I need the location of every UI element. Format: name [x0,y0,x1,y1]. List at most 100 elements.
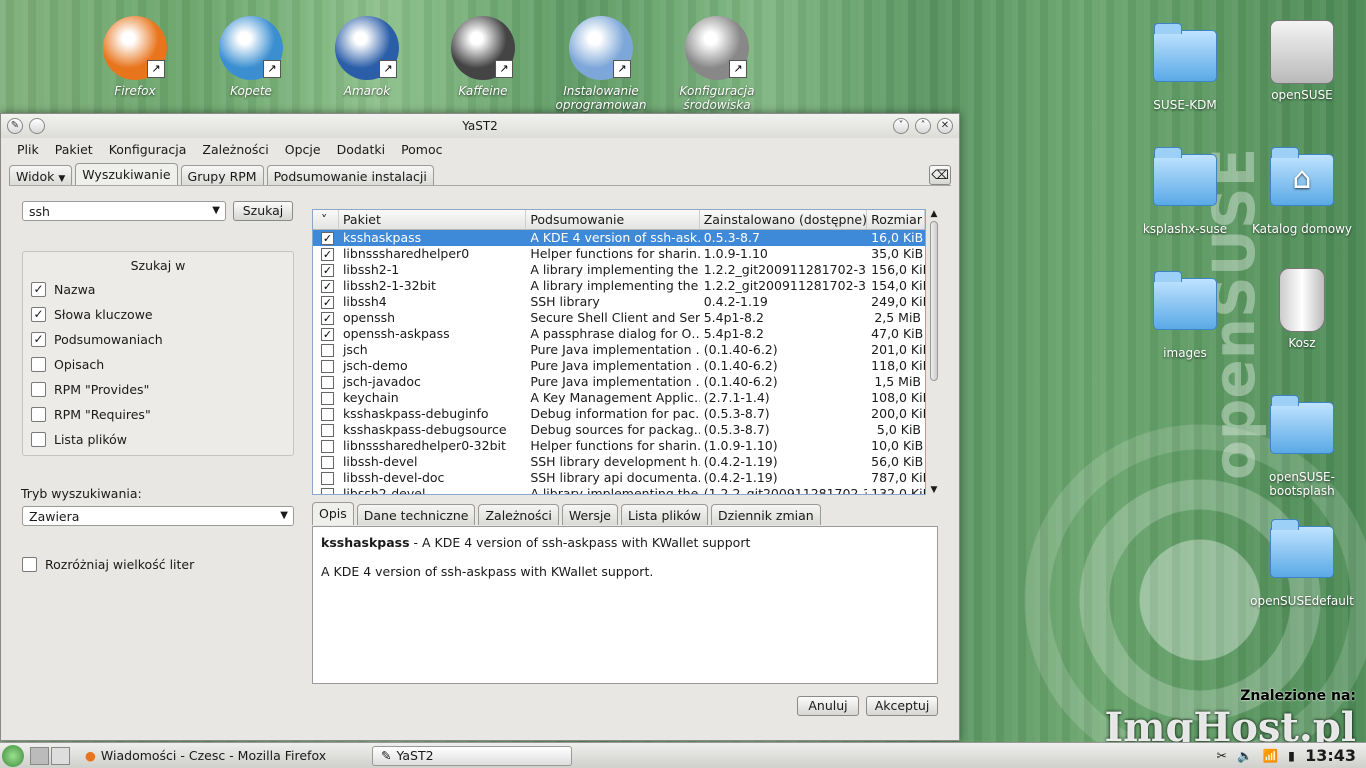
column-zainstalowano[interactable]: Zainstalowano (dostępne) [700,210,868,229]
menu-pomoc[interactable]: Pomoc [393,139,450,161]
kickoff-menu-icon[interactable] [2,744,24,767]
tab-wersje[interactable]: Wersje [561,504,618,525]
table-row[interactable]: ksshaskpass-debugsource Debug sources for… [313,422,925,438]
package-checkbox[interactable] [321,472,334,485]
package-checkbox[interactable] [321,408,334,421]
tab-dane-techniczne[interactable]: Dane techniczne [356,504,476,525]
desktop-item[interactable]: ksplashx-suse [1130,144,1240,236]
package-checkbox[interactable] [321,344,334,357]
search-input[interactable]: ssh ▼ [22,201,226,221]
tab-podsumowanie[interactable]: Podsumowanie instalacji [266,165,434,186]
column-podsumowanie[interactable]: Podsumowanie [526,210,700,229]
desktop-shortcut[interactable]: ↗ Kaffeine [428,16,538,98]
package-checkbox[interactable]: ✓ [321,280,334,293]
close-button[interactable]: ✕ [937,118,953,134]
desktop-item[interactable]: openSUSE-bootsplash [1247,392,1357,498]
checkbox-box[interactable]: ✓ [31,332,46,347]
desktop-shortcut[interactable]: ↗ Firefox [80,16,190,98]
checkbox-box[interactable] [22,557,37,572]
table-row[interactable]: ✓ libssh4 SSH library 0.4.2-1.19 249,0 KiB [313,294,925,310]
checkbox-box[interactable] [31,407,46,422]
scroll-down-icon[interactable]: ▼ [928,485,940,495]
tab-widok[interactable]: Widok ▼ [9,165,73,186]
search-mode-select[interactable]: Zawiera ▼ [22,506,294,526]
desktop-item[interactable]: openSUSE [1247,20,1357,102]
checkbox-box[interactable] [31,382,46,397]
checkbox-box[interactable]: ✓ [31,282,46,297]
table-row[interactable]: ✓ openssh Secure Shell Client and Ser… 5.4p… [313,310,925,326]
table-row[interactable]: ksshaskpass-debuginfo Debug information f… [313,406,925,422]
package-checkbox[interactable]: ✓ [321,248,334,261]
package-checkbox[interactable] [321,488,334,494]
search-option-checkbox[interactable]: Lista plików [31,432,127,447]
menu-plik[interactable]: Plik [9,139,47,161]
table-row[interactable]: ✓ ksshaskpass A KDE 4 version of ssh-ask… 0… [313,230,925,246]
search-option-checkbox[interactable]: Opisach [31,357,104,372]
column-status[interactable]: ˅ [313,210,339,229]
package-checkbox[interactable] [321,440,334,453]
table-row[interactable]: libssh-devel SSH library development h… (0… [313,454,925,470]
checkbox-box[interactable] [31,432,46,447]
package-checkbox[interactable]: ✓ [321,264,334,277]
desktop-item[interactable]: openSUSEdefault [1247,516,1357,608]
network-icon[interactable]: 📶 [1263,748,1279,764]
table-row[interactable]: ✓ libssh2-1-32bit A library implementing t… [313,278,925,294]
tab-wyszukiwanie[interactable]: Wyszukiwanie [75,163,178,186]
desktop-item[interactable]: images [1130,268,1240,360]
volume-icon[interactable]: 🔈 [1237,748,1253,764]
package-checkbox[interactable] [321,392,334,405]
task-yast[interactable]: ✎ YaST2 [372,745,572,766]
package-checkbox[interactable]: ✓ [321,312,334,325]
table-row[interactable]: jsch Pure Java implementation … (0.1.40-6.… [313,342,925,358]
table-row[interactable]: jsch-javadoc Pure Java implementation … (0… [313,374,925,390]
desktop-shortcut[interactable]: ↗ Instalowanie oprogramowan [546,16,656,112]
cancel-button[interactable]: Anuluj [797,696,859,716]
desktop-shortcut[interactable]: ↗ Kopete [196,16,306,98]
menu-zaleznosci[interactable]: Zależności [194,139,276,161]
table-row[interactable]: ✓ libssh2-1 A library implementing the … 1.… [313,262,925,278]
tab-lista-plikow[interactable]: Lista plików [621,504,709,525]
scroll-up-icon[interactable]: ▲ [928,209,940,219]
table-row[interactable]: libssh-devel-doc SSH library api document… [313,470,925,486]
package-checkbox[interactable] [321,424,334,437]
column-pakiet[interactable]: Pakiet [339,210,527,229]
search-option-checkbox[interactable]: RPM "Requires" [31,407,151,422]
menu-opcje[interactable]: Opcje [277,139,329,161]
package-checkbox[interactable] [321,360,334,373]
menu-pakiet[interactable]: Pakiet [47,139,101,161]
table-row[interactable]: ✓ openssh-askpass A passphrase dialog for … [313,326,925,342]
scroll-thumb[interactable] [930,221,938,381]
column-rozmiar[interactable]: Rozmiar [867,210,925,229]
menu-dodatki[interactable]: Dodatki [329,139,393,161]
table-row[interactable]: libssh2-devel A library implementing the … [313,486,925,494]
table-row[interactable]: ✓ libnsssharedhelper0 Helper functions for… [313,246,925,262]
table-row[interactable]: jsch-demo Pure Java implementation … (0.1.… [313,358,925,374]
sticky-button[interactable] [29,118,45,134]
battery-icon[interactable]: ▮ [1288,748,1295,763]
table-scrollbar[interactable]: ▲ ▼ [928,209,940,495]
checkbox-box[interactable] [31,357,46,372]
clear-icon[interactable]: ⌫ [929,165,951,185]
clock[interactable]: 13:43 [1305,746,1356,765]
package-checkbox[interactable] [321,456,334,469]
package-checkbox[interactable]: ✓ [321,296,334,309]
search-option-checkbox[interactable]: RPM "Provides" [31,382,149,397]
search-option-checkbox[interactable]: ✓ Nazwa [31,282,95,297]
desktop-shortcut[interactable]: ↗ Konfiguracja środowiska [662,16,772,112]
search-option-checkbox[interactable]: ✓ Podsumowaniach [31,332,163,347]
search-option-checkbox[interactable]: ✓ Słowa kluczowe [31,307,153,322]
scissors-icon[interactable]: ✂ [1217,748,1227,763]
desktop-shortcut[interactable]: ↗ Amarok [312,16,422,98]
package-checkbox[interactable]: ✓ [321,328,334,341]
app-menu-icon[interactable]: ✎ [7,118,23,134]
tab-zaleznosci[interactable]: Zależności [478,504,559,525]
title-bar[interactable]: ✎ YaST2 ˅ ˄ ✕ [1,114,959,138]
desktop-item[interactable]: Kosz [1247,268,1357,350]
desktop-item[interactable]: ⌂ Katalog domowy [1247,144,1357,236]
pager-icon[interactable] [30,746,70,765]
task-firefox[interactable]: ● Wiadomości - Czesc - Mozilla Firefox [76,746,366,766]
accept-button[interactable]: Akceptuj [866,696,938,716]
table-row[interactable]: libnsssharedhelper0-32bit Helper function… [313,438,925,454]
package-checkbox[interactable]: ✓ [321,232,334,245]
desktop-item[interactable]: SUSE-KDM [1130,20,1240,112]
